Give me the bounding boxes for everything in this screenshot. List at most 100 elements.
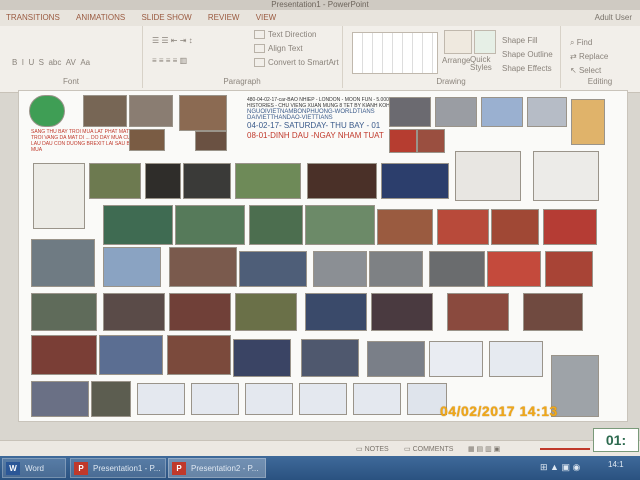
shape-outline-button[interactable]: Shape Outline [502,50,553,59]
quick-styles-icon[interactable] [474,30,496,54]
slide-photo [31,239,95,287]
list-buttons[interactable]: ☰ ☰ ⇤ ⇥ ↕ [152,36,193,45]
select-button[interactable]: ↖ Select [570,66,601,75]
taskbar-item-presentation1[interactable]: P Presentation1 - P... [70,458,166,478]
find-icon: ⌕ [570,38,577,47]
slide-photo [175,205,245,245]
slide-photo [377,209,433,245]
slide-photo [31,335,97,375]
document-photo [455,151,521,201]
date-line-1: 04-02-17- SATURDAY- THU BAY - 01 [247,121,381,130]
convert-smartart-button[interactable]: Convert to SmartArt [254,58,339,68]
quick-styles-button[interactable]: Quick Styles [470,56,500,72]
screenshot-photo [245,383,293,415]
arrange-button[interactable]: Arrange [442,56,470,65]
slide-photo [429,251,485,287]
slide-canvas[interactable]: 480-04-02-17-car-BAO NHIEP - LONDON - MO… [18,90,628,422]
slide-photo [523,293,583,331]
text-direction-button[interactable]: Text Direction [254,30,316,40]
zoom-slider[interactable] [540,448,590,450]
powerpoint-icon: P [172,462,186,475]
align-text-button[interactable]: Align Text [254,44,303,54]
account-name[interactable]: Adult User [595,13,632,22]
shape-effects-button[interactable]: Shape Effects [502,64,552,73]
view-buttons[interactable]: ▦ ▤ ▥ ▣ [468,445,500,453]
slide-photo [103,247,161,287]
taskbar-clock[interactable]: 14:1 [608,460,624,469]
taskbar-item-presentation2[interactable]: P Presentation2 - P... [168,458,266,478]
paragraph-group: ☰ ☰ ⇤ ⇥ ↕ ≡ ≡ ≡ ≡ ▥ Text Direction Align… [142,26,343,88]
slide-photo [545,251,593,287]
select-icon: ↖ [570,66,579,75]
notes-button[interactable]: ▭ NOTES [356,445,389,453]
slide-photo [167,335,231,375]
slide-photo [31,293,97,331]
notes-icon: ▭ [356,446,365,453]
slide-photo [235,163,301,199]
text-direction-icon [254,30,265,40]
replace-button[interactable]: ⇄ Replace [570,52,608,61]
slide-textbox[interactable]: 480-04-02-17-car-BAO NHIEP - LONDON - MO… [247,97,407,141]
document-photo [533,151,599,201]
slide-photo [527,97,567,127]
slide-photo [195,131,227,151]
align-buttons[interactable]: ≡ ≡ ≡ ≡ ▥ [152,56,187,65]
shape-fill-button[interactable]: Shape Fill [502,36,538,45]
system-tray-icons[interactable]: ⊞ ▲ ▣ ◉ [540,462,580,473]
slide-photo [233,339,291,377]
screenshot-photo [299,383,347,415]
slide-photo [305,293,367,331]
uk-map-photo [571,99,605,145]
paragraph-group-label: Paragraph [223,77,261,86]
comments-button[interactable]: ▭ COMMENTS [404,445,453,453]
slide-photo [301,339,359,377]
slide-photo [543,209,597,245]
font-group: B I U S abc AV Aa Font [0,26,143,88]
screenshot-photo [429,341,483,377]
arrange-icon[interactable] [444,30,472,54]
status-bar: ▭ NOTES ▭ COMMENTS ▦ ▤ ▥ ▣ [0,440,640,457]
slide-photo [371,293,433,331]
tab-slide-show[interactable]: SLIDE SHOW [141,13,191,22]
date-line-2: 08-01-DINH DAU -NGAY NHAM TUAT [247,131,384,140]
tab-review[interactable]: REVIEW [208,13,240,22]
taskbar-item-word[interactable]: W Word [2,458,66,478]
slide-photo [389,97,431,127]
slide-photo [435,97,477,127]
drawing-group-label: Drawing [436,77,466,86]
slide-photo [89,163,141,199]
drawing-group: Arrange Quick Styles Shape Fill Shape Ou… [342,26,561,88]
slide-photo [129,95,173,127]
shapes-gallery[interactable] [352,32,438,74]
tab-transitions[interactable]: TRANSITIONS [6,13,60,22]
window-title: Presentation1 - PowerPoint [0,0,640,10]
slide-photo [103,205,173,245]
slide-photo [313,251,367,287]
slide-photo [239,251,307,287]
slide-photo [481,97,523,127]
align-text-icon [254,44,265,54]
font-format-buttons[interactable]: B I U S abc AV Aa [12,58,90,67]
comments-icon: ▭ [404,446,413,453]
replace-icon: ⇄ [570,52,579,61]
tab-view[interactable]: VIEW [256,13,276,22]
editing-group-label: Editing [587,77,613,86]
screenshot-photo [137,383,185,415]
slide-photo [179,95,227,131]
slide-photo [437,209,489,245]
slide-photo [169,247,237,287]
slide-photo [129,129,165,151]
slide-photo [551,355,599,417]
zoom-level-display[interactable]: 01: [593,428,639,452]
slide-photo [381,163,449,199]
slide-photo [369,251,423,287]
slide-photo [31,381,89,417]
find-button[interactable]: ⌕ Find [570,38,592,48]
slide-photo [145,163,181,199]
slide-red-caption: SANG THU BAY TROI MUA LAT PHAT MAT TROI … [31,129,137,153]
tab-animations[interactable]: ANIMATIONS [76,13,125,22]
slide-photo [235,293,297,331]
slide-photo [491,209,539,245]
slide-photo [487,251,541,287]
smartart-icon [254,58,265,68]
